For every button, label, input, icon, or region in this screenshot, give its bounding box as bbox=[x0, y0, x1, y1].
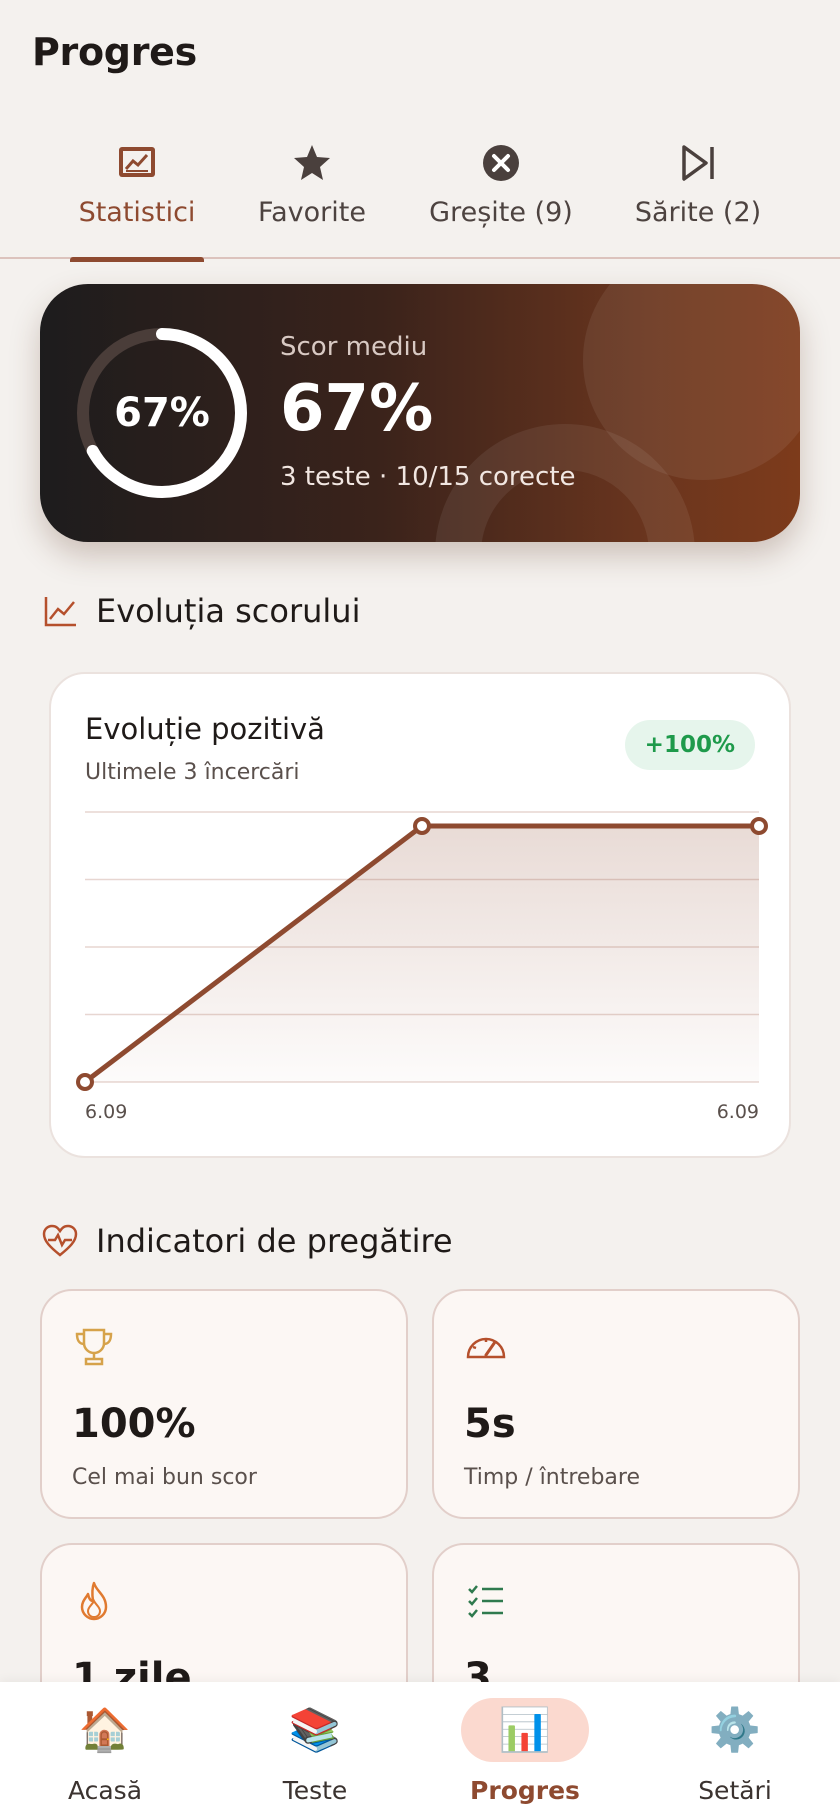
evolution-section-header: Evoluția scorului bbox=[42, 592, 360, 630]
nav-progres[interactable]: 📊 Progres bbox=[420, 1682, 630, 1818]
chart-data-point bbox=[750, 817, 768, 835]
tab-label: Favorite bbox=[258, 197, 366, 228]
tests-summary: 3 teste · 10/15 corecte bbox=[280, 462, 576, 492]
fire-icon bbox=[80, 1581, 108, 1621]
chart-image-icon bbox=[119, 147, 155, 177]
average-score-value: 67% bbox=[280, 372, 434, 446]
nav-label: Progres bbox=[470, 1776, 580, 1805]
chart-area bbox=[85, 826, 759, 1082]
chart-x-tick-label: 6.09 bbox=[717, 1101, 759, 1123]
active-tab-indicator bbox=[70, 257, 204, 262]
nav-label: Acasă bbox=[67, 1776, 143, 1805]
tab-sarite[interactable]: Sărite (2) bbox=[634, 135, 762, 259]
nav-teste[interactable]: 📚 Teste bbox=[210, 1682, 420, 1818]
chart-data-point bbox=[413, 817, 431, 835]
average-score-label: Scor mediu bbox=[280, 332, 428, 362]
average-score-card: 67% Scor mediu 67% 3 teste · 10/15 corec… bbox=[40, 284, 800, 542]
tab-label: Sărite (2) bbox=[634, 197, 762, 228]
indicator-label: Cel mai bun scor bbox=[72, 1465, 257, 1490]
score-ring-label: 67% bbox=[114, 390, 210, 436]
nav-label: Teste bbox=[282, 1776, 348, 1805]
tab-favorite[interactable]: Favorite bbox=[252, 135, 372, 259]
score-evolution-card: Evoluție pozitivă Ultimele 3 încercări +… bbox=[49, 672, 791, 1158]
tab-label: Greșite (9) bbox=[429, 197, 573, 228]
indicator-value: 100% bbox=[72, 1401, 196, 1447]
indicator-label: Timp / întrebare bbox=[464, 1465, 640, 1490]
score-line-chart: 6.09 6.09 bbox=[76, 811, 768, 1123]
chart-data-point bbox=[76, 1073, 94, 1091]
bar-chart-icon: 📊 bbox=[461, 1698, 589, 1762]
indicator-value: 5s bbox=[464, 1401, 516, 1447]
section-title: Evoluția scorului bbox=[96, 592, 361, 630]
checklist-icon bbox=[468, 1585, 503, 1618]
page-title: Progres bbox=[32, 30, 197, 74]
home-icon: 🏠 bbox=[78, 1705, 132, 1754]
tab-gresite[interactable]: Greșite (9) bbox=[428, 135, 574, 259]
nav-acasa[interactable]: 🏠 Acasă bbox=[0, 1682, 210, 1818]
indicator-card-time-per-question: 5s Timp / întrebare bbox=[432, 1289, 800, 1519]
trophy-icon bbox=[75, 1328, 113, 1366]
bottom-navigation: 🏠 Acasă 📚 Teste 📊 Progres ⚙️ Setări bbox=[0, 1682, 840, 1818]
skip-next-icon bbox=[682, 145, 714, 181]
heart-pulse-icon bbox=[42, 1224, 78, 1257]
speedometer-icon bbox=[466, 1337, 506, 1359]
tab-bar: Statistici Favorite Greșite (9) Sărite (… bbox=[0, 135, 840, 262]
tab-statistici[interactable]: Statistici bbox=[70, 135, 204, 262]
nav-setari[interactable]: ⚙️ Setări bbox=[630, 1682, 840, 1818]
tab-label: Statistici bbox=[78, 197, 196, 228]
books-icon: 📚 bbox=[288, 1705, 342, 1754]
close-circle-icon bbox=[483, 145, 519, 181]
star-icon bbox=[294, 145, 330, 180]
chart-x-tick-label: 6.09 bbox=[85, 1101, 127, 1123]
nav-label: Setări bbox=[698, 1776, 772, 1805]
gear-icon: ⚙️ bbox=[708, 1705, 762, 1754]
trending-up-icon bbox=[44, 597, 76, 627]
indicator-card-best-score: 100% Cel mai bun scor bbox=[40, 1289, 408, 1519]
section-title: Indicatori de pregătire bbox=[96, 1222, 453, 1260]
indicators-section-header: Indicatori de pregătire bbox=[42, 1222, 453, 1260]
